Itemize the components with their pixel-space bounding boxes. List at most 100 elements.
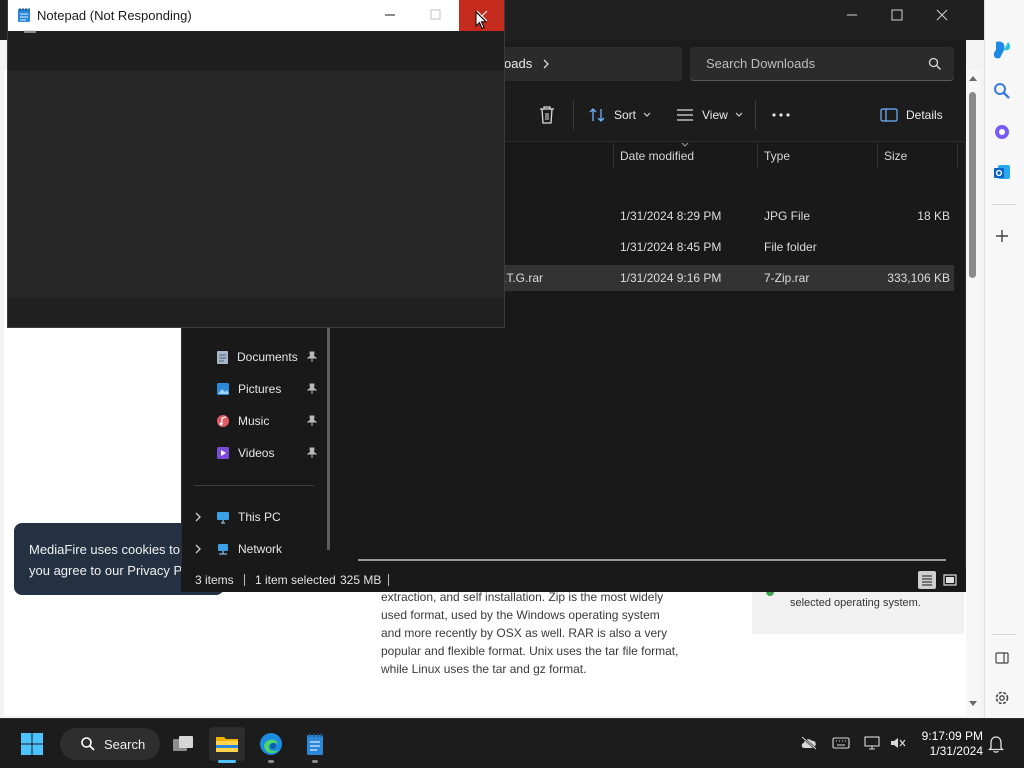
expand-chevron-icon[interactable]	[193, 543, 203, 555]
notepad-menu-area	[8, 31, 504, 71]
file-date: 1/31/2024 8:45 PM	[620, 240, 722, 254]
view-label: View	[702, 108, 728, 122]
status-size: 325 MB	[340, 573, 382, 587]
nav-label: Network	[238, 542, 283, 556]
nav-scrollbar[interactable]	[327, 328, 330, 550]
nav-item-documents[interactable]: Documents	[216, 345, 298, 369]
article-line: while Linux uses the tar and gz format.	[381, 662, 587, 676]
cloud-off-icon[interactable]	[800, 736, 818, 750]
cookie-text-line: MediaFire uses cookies to	[29, 542, 181, 557]
scroll-down-icon[interactable]	[968, 700, 978, 708]
article-line: used format, used by the Windows operati…	[381, 608, 660, 622]
pictures-icon	[217, 383, 229, 395]
pin-icon[interactable]	[307, 447, 317, 459]
search-icon[interactable]	[928, 57, 942, 71]
column-header-type[interactable]: Type	[764, 149, 790, 163]
file-row[interactable]: 1/31/2024 8:45 PM File folder	[505, 234, 954, 260]
nav-item-network[interactable]: Network	[216, 537, 282, 561]
file-explorer-taskbar-icon[interactable]	[209, 727, 245, 761]
details-pane-button[interactable]: Details	[880, 104, 943, 126]
bing-chat-icon[interactable]	[988, 118, 1016, 146]
file-type: File folder	[764, 240, 817, 254]
copilot-icon[interactable]	[988, 36, 1016, 64]
status-separator	[244, 574, 245, 586]
status-item-count: 3 items	[195, 573, 234, 587]
details-label: Details	[906, 108, 943, 122]
minimize-icon[interactable]	[846, 9, 858, 21]
column-divider[interactable]	[757, 143, 758, 169]
sort-button[interactable]: Sort	[589, 104, 652, 126]
file-row-selected[interactable]: .T.G.rar 1/31/2024 9:16 PM 7-Zip.rar 333…	[503, 265, 954, 291]
nav-label: Music	[238, 414, 270, 428]
nav-item-music[interactable]: Music	[216, 409, 269, 433]
taskbar-search-button[interactable]: Search	[60, 728, 160, 760]
file-size: 18 KB	[917, 209, 950, 223]
horizontal-scrollbar[interactable]	[358, 559, 946, 561]
more-options-icon[interactable]	[771, 109, 791, 121]
add-icon[interactable]	[988, 222, 1016, 250]
network-status-icon[interactable]	[864, 736, 880, 750]
status-separator	[388, 574, 389, 586]
task-view-icon[interactable]	[165, 727, 201, 761]
volume-muted-icon[interactable]	[890, 736, 906, 750]
scroll-up-icon[interactable]	[968, 74, 978, 82]
view-button[interactable]: View	[676, 104, 744, 126]
sidebar-panel-icon[interactable]	[988, 644, 1016, 672]
info-box: selected operating system.	[752, 590, 964, 634]
delete-icon[interactable]	[538, 105, 556, 125]
running-app-indicator	[312, 760, 318, 763]
file-name: .T.G.rar	[503, 271, 544, 285]
column-header-date[interactable]: Date modified	[620, 149, 694, 163]
pin-icon[interactable]	[307, 351, 317, 363]
file-row[interactable]: 1/31/2024 8:29 PM JPG File 18 KB	[505, 203, 954, 229]
tiles-view-icon[interactable]	[941, 571, 959, 589]
outlook-icon[interactable]	[988, 158, 1016, 186]
edge-sidebar	[984, 0, 1024, 718]
column-divider[interactable]	[613, 143, 614, 169]
maximize-icon[interactable]	[891, 9, 903, 21]
network-icon	[218, 543, 228, 555]
notepad-minimize-icon[interactable]	[384, 9, 396, 21]
article-line: popular and flexible format. Unix uses t…	[381, 644, 679, 658]
breadcrumb-segment[interactable]: oads	[504, 56, 532, 71]
nav-item-pictures[interactable]: Pictures	[216, 377, 281, 401]
sidebar-divider	[992, 634, 1016, 635]
nav-label: Videos	[238, 446, 275, 460]
close-icon[interactable]	[936, 9, 948, 21]
active-app-indicator	[218, 760, 236, 763]
status-bar: 3 items 1 item selected 325 MB	[181, 568, 966, 592]
edge-browser-icon[interactable]	[253, 727, 289, 761]
cookie-text-line[interactable]: you agree to our Privacy P	[29, 560, 182, 581]
browser-scrollbar-thumb[interactable]	[969, 92, 976, 278]
nav-item-videos[interactable]: Videos	[216, 441, 274, 465]
nav-item-this-pc[interactable]: This PC	[216, 505, 281, 529]
search-sidebar-icon[interactable]	[988, 77, 1016, 105]
system-clock[interactable]: 9:17:09 PM 1/31/2024	[905, 729, 983, 759]
pin-icon[interactable]	[307, 383, 317, 395]
pin-icon[interactable]	[307, 415, 317, 427]
nav-label: Pictures	[238, 382, 282, 396]
keyboard-icon[interactable]	[832, 737, 850, 749]
file-type: JPG File	[764, 209, 811, 223]
chevron-right-icon[interactable]	[541, 58, 551, 70]
notification-bell-icon[interactable]	[988, 735, 1004, 753]
notepad-app-icon	[17, 7, 31, 23]
clock-date: 1/31/2024	[929, 744, 983, 758]
this-pc-icon	[217, 511, 229, 524]
running-app-indicator	[268, 760, 274, 763]
settings-gear-icon[interactable]	[988, 684, 1016, 712]
file-date: 1/31/2024 8:29 PM	[620, 209, 722, 223]
notepad-maximize-icon[interactable]	[430, 9, 442, 21]
nav-divider	[194, 485, 314, 486]
toolbar-separator	[755, 100, 756, 130]
column-divider[interactable]	[957, 143, 958, 169]
column-header-size[interactable]: Size	[884, 149, 907, 163]
start-windows-icon[interactable]	[20, 732, 44, 756]
notepad-taskbar-icon[interactable]	[297, 727, 333, 761]
expand-chevron-icon[interactable]	[193, 511, 203, 523]
view-icon	[677, 109, 693, 121]
column-divider[interactable]	[877, 143, 878, 169]
details-view-icon[interactable]	[918, 571, 936, 589]
videos-icon	[217, 447, 229, 459]
search-placeholder[interactable]: Search Downloads	[706, 56, 815, 71]
